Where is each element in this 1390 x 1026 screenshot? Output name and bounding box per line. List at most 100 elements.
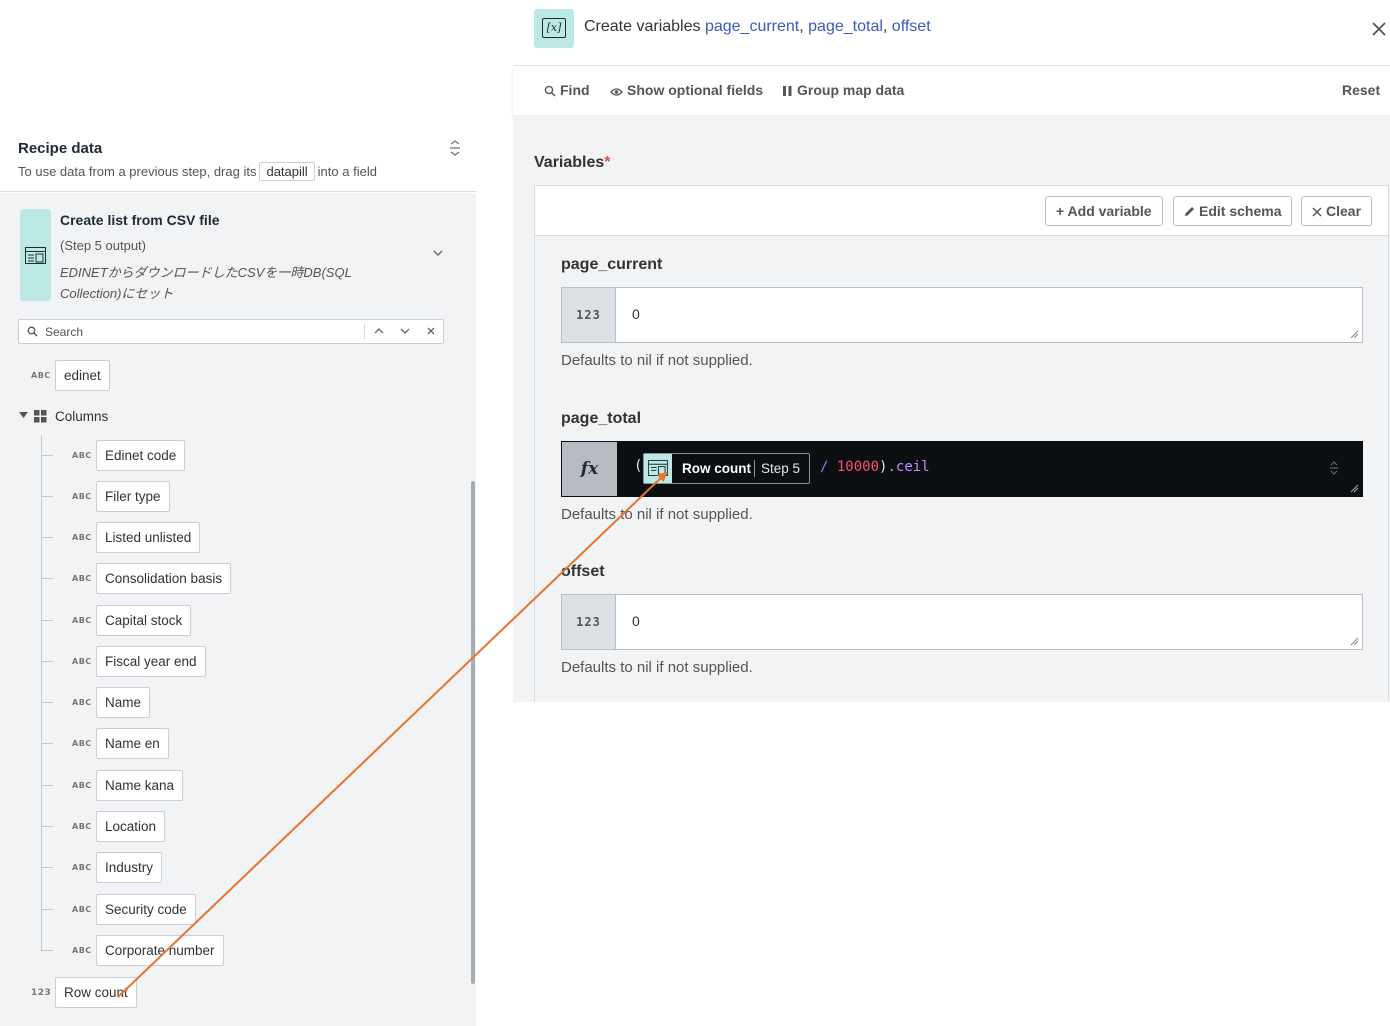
show-optional-fields-button[interactable]: Show optional fields (610, 82, 763, 98)
type-tag-string: ABC (72, 574, 92, 583)
group-map-data-button[interactable]: Group map data (782, 82, 904, 98)
field-label-offset: offset (561, 563, 605, 580)
type-tag-string: ABC (72, 946, 92, 955)
variable-x-icon: [x] (542, 18, 566, 38)
datapill-fiscal-year-end[interactable]: Fiscal year end (96, 646, 206, 677)
integer-type-badge: 123 (562, 595, 616, 649)
datapill-capital-stock[interactable]: Capital stock (96, 605, 192, 636)
resize-handle-icon[interactable] (1350, 484, 1359, 493)
formula-expression[interactable]: / 10000).ceil (820, 459, 930, 475)
datapill-name[interactable]: Name (96, 687, 151, 718)
type-tag-string: ABC (31, 371, 51, 380)
variables-label: Variables* (534, 154, 611, 172)
field-page-current[interactable]: 123 0 (561, 287, 1363, 343)
type-tag-string: ABC (72, 492, 92, 501)
resize-handle-icon[interactable] (1350, 637, 1359, 646)
clear-button[interactable]: Clear (1301, 196, 1373, 226)
step-output-card[interactable]: Create list from CSV file (Step 5 output… (20, 209, 450, 303)
reset-button[interactable]: Reset (1342, 82, 1380, 98)
datapill-name-en[interactable]: Name en (96, 728, 169, 759)
datapill-security-code[interactable]: Security code (96, 894, 196, 925)
pencil-icon (1185, 207, 1194, 216)
tree-branch (41, 950, 53, 951)
columns-group-label[interactable]: Columns (55, 409, 108, 424)
datapill-listed-unlisted[interactable]: Listed unlisted (96, 522, 201, 553)
datapill-edinet[interactable]: edinet (55, 360, 110, 391)
type-tag-string: ABC (72, 781, 92, 790)
edit-schema-button[interactable]: Edit schema (1173, 196, 1293, 226)
tree-branch (41, 826, 53, 827)
step-output-label: (Step 5 output) (60, 238, 146, 253)
datapill-filer-type[interactable]: Filer type (96, 481, 170, 512)
scrollbar-thumb[interactable] (471, 481, 475, 984)
datapill-search (18, 319, 444, 344)
datapill-industry[interactable]: Industry (96, 852, 163, 883)
close-icon[interactable] (1370, 20, 1388, 38)
variables-label-text: Variables (534, 154, 605, 171)
chevron-down-icon[interactable] (432, 249, 444, 257)
collapse-expand-icon[interactable] (448, 140, 462, 156)
tree-branch (41, 537, 53, 538)
show-optional-label: Show optional fields (627, 82, 764, 98)
field-page-total-formula[interactable]: fx ( Row count Step 5 / 10000).ceil (561, 441, 1363, 497)
integer-type-badge: 123 (562, 288, 616, 342)
search-input[interactable] (45, 323, 375, 341)
datapill-consolidation-basis[interactable]: Consolidation basis (96, 563, 232, 594)
recipe-data-body: Create list from CSV file (Step 5 output… (0, 193, 476, 1026)
step-config-title: Create variables page_current, page_tota… (584, 18, 931, 35)
expand-icon[interactable] (1328, 460, 1340, 476)
eye-icon (610, 88, 623, 96)
tree-line (41, 435, 42, 951)
caret-down-icon[interactable] (19, 412, 28, 419)
field-value-offset[interactable]: 0 (632, 613, 640, 629)
datapill-corporate-number[interactable]: Corporate number (96, 935, 224, 966)
tree-branch (41, 455, 53, 456)
datapill-name-kana[interactable]: Name kana (96, 770, 184, 801)
datapill-edinet-code[interactable]: Edinet code (96, 440, 186, 471)
type-tag-string: ABC (72, 739, 92, 748)
field-value-page-current[interactable]: 0 (632, 306, 640, 322)
close-icon[interactable] (425, 325, 437, 337)
close-icon (1312, 207, 1322, 217)
formula-number: 10000 (836, 459, 880, 475)
required-marker: * (604, 154, 611, 171)
datapill-location[interactable]: Location (96, 811, 166, 842)
step-icon-box (20, 209, 51, 301)
title-var-offset: offset (891, 18, 931, 35)
resize-handle-icon[interactable] (1350, 330, 1359, 339)
variables-box: + Add variable Edit schema Clear page_cu… (534, 185, 1389, 702)
type-tag-string: ABC (72, 905, 92, 914)
pill-separator (754, 460, 755, 477)
chevron-up-icon[interactable] (373, 325, 385, 337)
title-var-page-total: page_total (808, 18, 883, 35)
chevron-down-icon[interactable] (399, 325, 411, 337)
search-separator (364, 323, 365, 340)
group-bars-icon (783, 86, 792, 96)
title-var-page-current: page_current (704, 18, 800, 35)
formula-operator: / (820, 459, 829, 475)
step-description: EDINETからダウンロードしたCSVを一時DB(SQL Collection)… (60, 265, 352, 301)
type-tag-number: 123 (31, 988, 52, 998)
search-icon (544, 85, 556, 97)
pill-label: Row count (682, 461, 751, 476)
type-tag-string: ABC (72, 533, 92, 542)
step-config-header: [x] Create variables page_current, page_… (513, 0, 1390, 66)
pill-icon-box (644, 454, 672, 483)
pill-step: Step 5 (761, 461, 801, 476)
type-tag-string: ABC (72, 616, 92, 625)
tree-branch (41, 578, 53, 579)
formula-fx-icon[interactable]: fx (562, 442, 617, 496)
type-tag-string: ABC (72, 657, 92, 666)
subtitle-text-end: into a field (317, 164, 377, 179)
type-tag-string: ABC (72, 822, 92, 831)
formula-datapill-row-count[interactable]: Row count Step 5 (643, 453, 810, 484)
form-area: Variables* + Add variable Edit schema Cl… (513, 116, 1390, 702)
type-tag-string: ABC (72, 863, 92, 872)
recipe-data-title: Recipe data (18, 140, 103, 157)
tree-branch (41, 867, 53, 868)
add-variable-button[interactable]: + Add variable (1045, 196, 1163, 226)
field-label-page-total: page_total (561, 410, 642, 427)
field-offset[interactable]: 123 0 (561, 594, 1363, 650)
find-button[interactable]: Find (544, 82, 590, 98)
datapill-row-count[interactable]: Row count (55, 977, 137, 1008)
